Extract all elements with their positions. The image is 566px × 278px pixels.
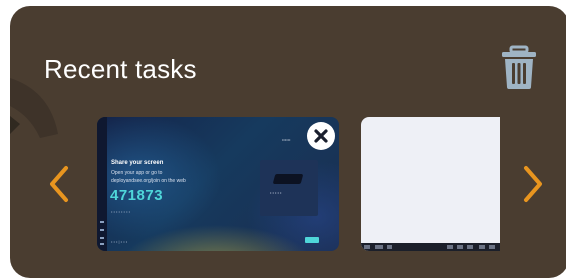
thumbnail-line-1: Open your app or go to (111, 170, 163, 176)
thumbnail-fine-print: • • • • • • • • (111, 209, 130, 214)
thumbnail-footer: • • • | • • • (111, 239, 128, 244)
thumbnail-heading: Share your screen (111, 160, 164, 166)
thumbnail-small-button (305, 237, 319, 243)
trash-icon[interactable] (498, 44, 540, 90)
close-icon[interactable] (307, 122, 335, 150)
task-thumbnail-blank[interactable] (361, 117, 500, 251)
thumbnail-code: 471873 (110, 187, 164, 204)
thumbnail-bottom-bar (361, 243, 500, 251)
recent-tasks-panel: Recent tasks •••••• Share your screen Op… (10, 6, 566, 278)
thumbnail-preview-box: • • • • • (260, 160, 318, 216)
thumbnail-side-rail (97, 117, 107, 251)
panel-title: Recent tasks (44, 54, 197, 84)
thumbnail-line-2: deployandsee.org/join on the web (111, 178, 186, 184)
chevron-right-icon[interactable] (518, 164, 548, 204)
thumbnail-top-text: •••••• (282, 137, 291, 142)
chevron-left-icon[interactable] (44, 164, 74, 204)
task-thumbnail-share-screen[interactable]: •••••• Share your screen Open your app o… (97, 117, 339, 251)
